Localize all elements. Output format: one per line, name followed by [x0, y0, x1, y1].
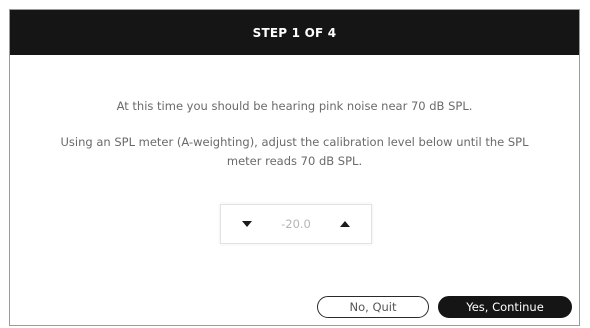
triangle-up-icon: [340, 221, 350, 227]
increment-button[interactable]: [325, 205, 365, 243]
instruction-text-1: At this time you should be hearing pink …: [116, 99, 473, 113]
calibration-level-stepper: -20.0: [220, 204, 372, 244]
triangle-down-icon: [242, 221, 252, 227]
quit-button[interactable]: No, Quit: [317, 296, 429, 318]
calibration-dialog: STEP 1 OF 4 At this time you should be h…: [9, 9, 580, 326]
dialog-title-bar: STEP 1 OF 4: [10, 10, 579, 55]
calibration-level-value[interactable]: -20.0: [267, 205, 325, 243]
instruction-text-2: Using an SPL meter (A-weighting), adjust…: [60, 135, 529, 168]
dialog-title: STEP 1 OF 4: [252, 25, 337, 40]
decrement-button[interactable]: [227, 205, 267, 243]
continue-button[interactable]: Yes, Continue: [438, 296, 572, 318]
